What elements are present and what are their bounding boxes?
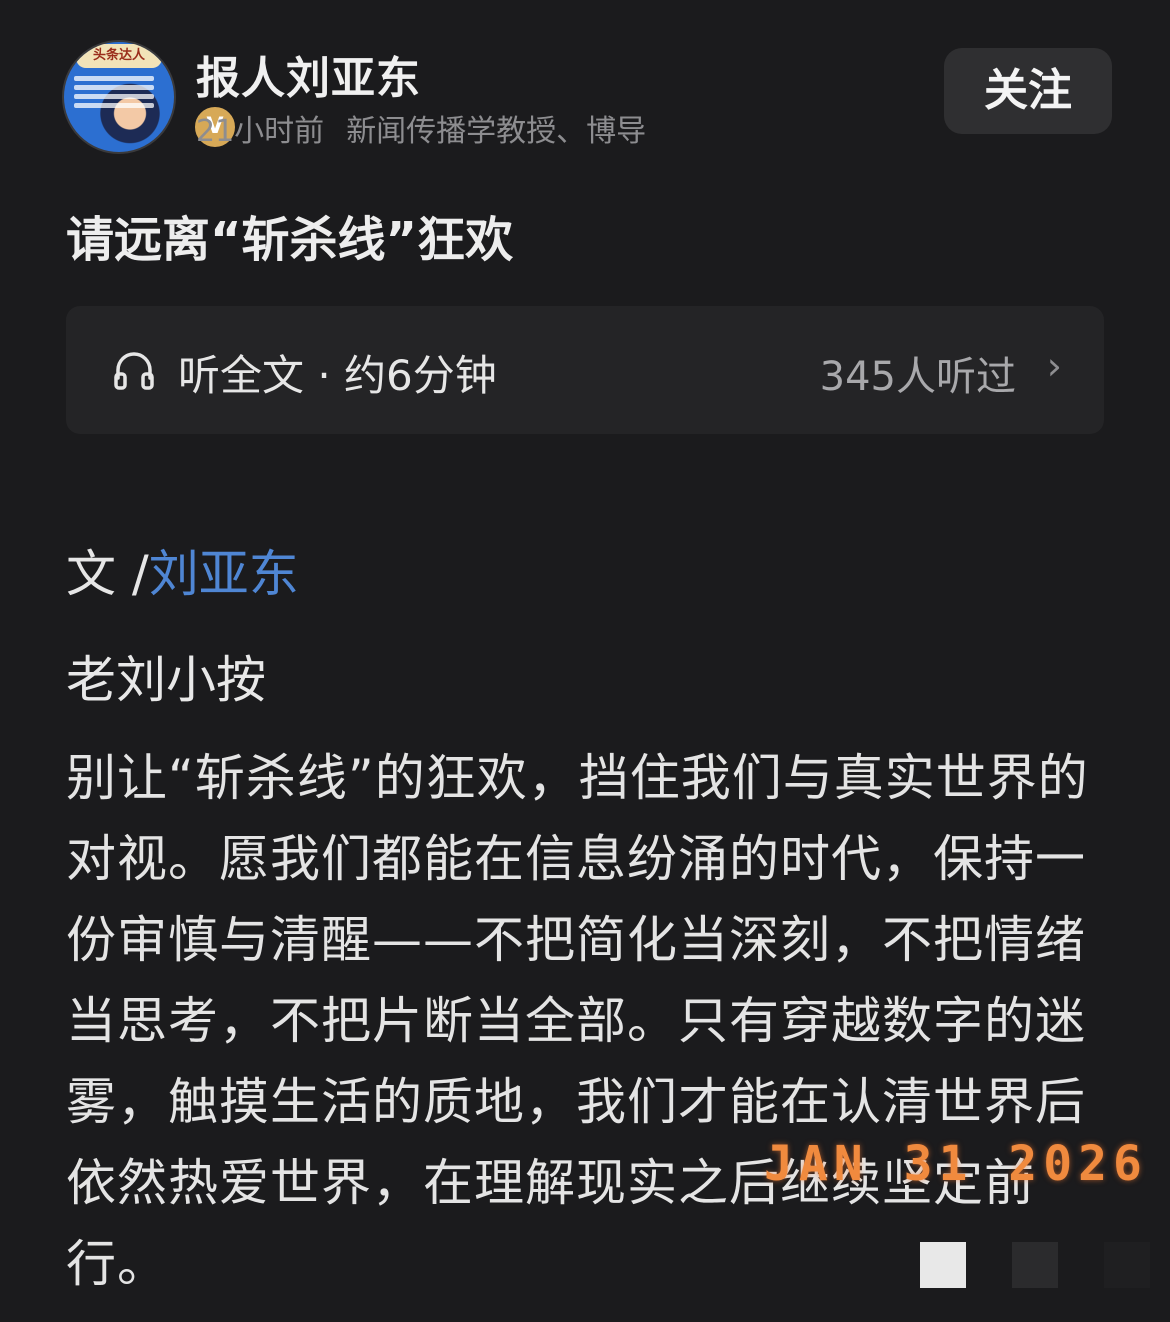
- pager-square-3: [1104, 1242, 1150, 1288]
- byline: 文 /刘亚东: [66, 534, 299, 606]
- listen-count: 345人听过: [819, 354, 1016, 400]
- article-body: 别让“斩杀线”的狂欢，挡住我们与真实世界的对视。愿我们都能在信息纷涌的时代，保持…: [66, 749, 1089, 1293]
- section-subhead: 老刘小按: [66, 651, 266, 709]
- headphones-icon: [114, 352, 154, 390]
- date-stamp-overlay: JAN 31 2026: [764, 1136, 1148, 1192]
- listen-label: 听全文 · 约6分钟: [178, 351, 497, 400]
- post-time: 21小时前: [196, 114, 325, 149]
- pager-square-2: [1012, 1242, 1058, 1288]
- article-title: 请远离“斩杀线”狂欢: [66, 212, 514, 268]
- follow-button[interactable]: 关注: [944, 48, 1112, 134]
- post-meta: 21小时前 新闻传播学教授、博导: [196, 106, 646, 150]
- author-avatar[interactable]: 头条达人: [62, 40, 176, 154]
- pager-square-1: [920, 1242, 966, 1288]
- chevron-right-icon: ›: [1046, 344, 1062, 388]
- listen-full-text-bar[interactable]: 听全文 · 约6分钟 345人听过 ›: [66, 306, 1104, 434]
- avatar-brand-text: 头条达人: [76, 44, 162, 68]
- author-name[interactable]: 报人刘亚东: [196, 42, 421, 106]
- byline-prefix: 文 /: [66, 545, 149, 603]
- avatar-caption-lines: [74, 72, 154, 112]
- author-description: 新闻传播学教授、博导: [346, 114, 647, 149]
- post-header: 头条达人 V 报人刘亚东 21小时前 新闻传播学教授、博导 关注: [62, 34, 1112, 154]
- byline-author-link[interactable]: 刘亚东: [149, 545, 299, 603]
